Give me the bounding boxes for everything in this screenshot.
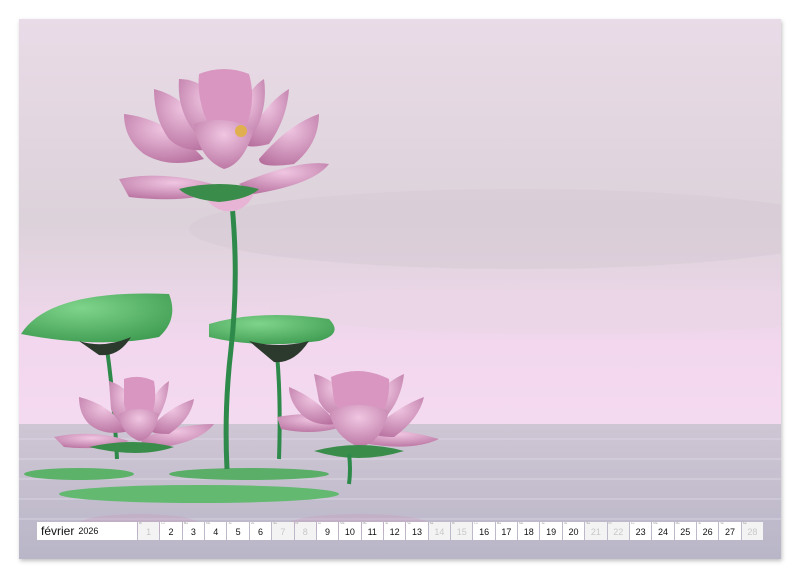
day-cell: Di 15 [451,521,473,540]
weekday-label: Je [228,521,232,525]
day-cell: Lu 23 [629,521,652,540]
day-cell: Me 25 [674,521,696,540]
weekday-label: Sa [429,521,434,525]
weekday-label: Je [384,521,389,525]
day-cell: Di 1 [138,521,160,540]
day-cell: Sa 28 [741,521,764,540]
weekday-label: Sa [273,521,277,525]
day-cell: Lu 2 [160,521,182,540]
day-cell: Je 12 [383,521,406,540]
lily-pad [169,468,329,480]
weekday-label: Di [608,521,612,525]
weekday-label: Me [206,521,211,525]
weekday-label: Me [675,521,680,525]
year-label: 2026 [78,526,99,536]
day-cell: Ma 24 [652,521,674,540]
day-cell: Ma 3 [182,521,205,540]
weekday-label: Ma [183,521,188,525]
day-cell: Me 11 [361,521,383,540]
weekday-label: Lu [161,521,165,525]
weekday-label: Di [452,521,455,525]
day-cell: Je 26 [696,521,719,540]
weekday-label: Sa [742,521,747,525]
weekday-label: Di [295,521,299,525]
day-cell: Ve 20 [562,521,585,540]
stem [347,453,352,485]
weekday-label: Me [519,521,524,525]
day-cell: Sa 14 [428,521,451,540]
weekday-label: Ve [720,521,724,525]
calendar-strip: février 2026 Di 1 Lu 2 Ma 3 Me 4 Je 5 Ve 6 Sa 7 Di 8 Lu 9… [37,521,764,540]
day-cell: Ve 13 [406,521,428,540]
day-cell: Lu 9 [316,521,339,540]
weekday-label: Je [541,521,545,525]
weekday-label: Lu [630,521,635,525]
day-cell: Ma 17 [495,521,518,540]
weekday-label: Je [697,521,702,525]
weekday-label: Ve [250,521,255,525]
leaf [209,315,335,345]
weekday-label: Ma [340,521,345,525]
weekday-label: Ve [563,521,568,525]
weekday-label: Ma [653,521,658,525]
weekday-label: Sa [586,521,590,525]
weekday-label: Ma [496,521,501,525]
day-cell: Ma 10 [339,521,361,540]
month-label: février 2026 [37,522,137,540]
lily-pad [59,485,339,503]
day-cell: Ve 27 [719,521,741,540]
weekday-label: Me [362,521,367,525]
day-cell: Di 22 [607,521,629,540]
weekday-label: Ve [407,521,411,525]
weekday-label: Lu [317,521,322,525]
day-cell: Ve 6 [249,521,272,540]
day-cell: Me 18 [518,521,540,540]
weekday-label: Di [139,521,142,525]
day-cell: Lu 16 [473,521,495,540]
day-cell: Je 5 [227,521,249,540]
weekday-label: Lu [474,521,478,525]
day-cell: Je 19 [540,521,562,540]
day-cell: Sa 7 [272,521,294,540]
day-cell: Di 8 [294,521,316,540]
day-cell: Me 4 [205,521,227,540]
calendar-page [19,19,781,559]
month-name: février [41,524,75,538]
day-cells: Di 1 Lu 2 Ma 3 Me 4 Je 5 Ve 6 Sa 7 Di 8 Lu 9 Ma 10 Me 11 Je 12 V… [137,521,764,540]
day-cell: Sa 21 [585,521,607,540]
lily-pad [24,468,134,480]
lotus-photo [19,19,781,559]
